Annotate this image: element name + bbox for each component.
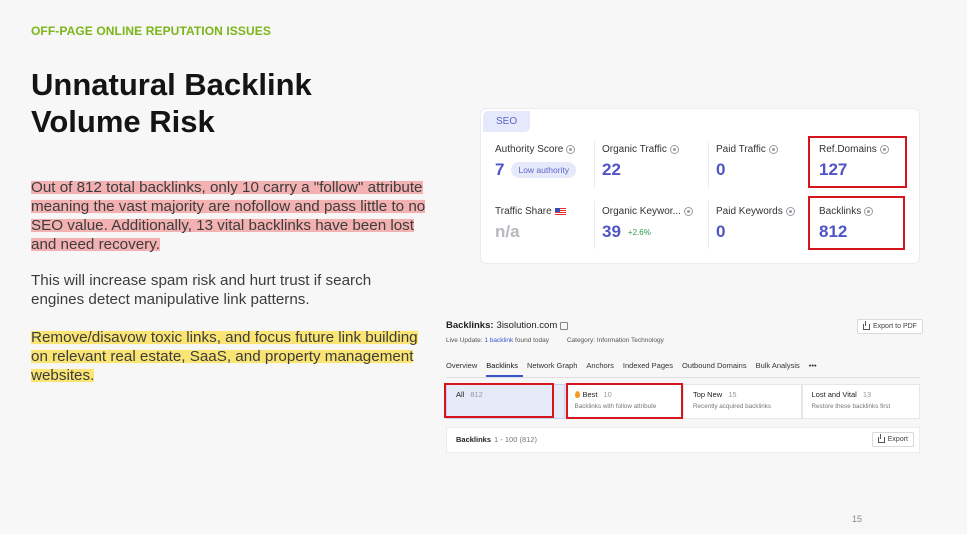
filter-label: Lost and Vital — [811, 390, 857, 399]
category-label: Category: Information Technology — [566, 337, 664, 344]
metric-paid-traffic[interactable]: Paid Traffic 0 — [716, 144, 778, 180]
metric-traffic-share[interactable]: Traffic Share n/a — [495, 206, 566, 242]
upload-icon — [877, 433, 885, 443]
table-range: 1 - 100 (812) — [494, 435, 537, 444]
external-link-icon[interactable] — [560, 321, 569, 330]
live-update-prefix: Live Update: — [446, 337, 483, 344]
live-update-suffix: found today — [515, 337, 550, 344]
metric-authority-score[interactable]: Authority Score 7 Low authority — [495, 144, 577, 180]
info-icon[interactable] — [768, 145, 778, 154]
highlight-box-ref-domains — [808, 136, 907, 188]
tab-network-graph[interactable]: Network Graph — [527, 357, 582, 377]
tab-bulk-analysis[interactable]: Bulk Analysis — [756, 357, 805, 377]
divider — [708, 201, 709, 249]
live-update-line: Live Update: 1 backlink found today Cate… — [446, 337, 664, 344]
filter-count: 13 — [862, 390, 872, 399]
metric-value: n/a — [495, 222, 520, 241]
metric-value: 22 — [602, 160, 621, 179]
metric-value: 0 — [716, 160, 726, 179]
highlight-box-best — [566, 383, 683, 419]
tab-outbound-domains[interactable]: Outbound Domains — [682, 357, 752, 377]
export-pdf-button[interactable]: Export to PDF — [857, 319, 923, 334]
metric-label: Authority Score — [495, 144, 564, 155]
metric-label: Organic Keywor... — [602, 206, 681, 217]
divider — [708, 141, 709, 189]
highlighted-findings-text: Out of 812 total backlinks, only 10 carr… — [31, 179, 426, 253]
authority-badge: Low authority — [511, 162, 577, 178]
tab-indexed-pages[interactable]: Indexed Pages — [623, 357, 678, 377]
slide-title: Unnatural Backlink Volume Risk — [31, 67, 312, 139]
paragraph-findings: Out of 812 total backlinks, only 10 carr… — [31, 178, 426, 254]
metric-value: 39 — [602, 222, 621, 241]
metric-value: 0 — [716, 222, 726, 241]
filter-label: Top New — [693, 390, 723, 399]
filter-description: Restore these backlinks first — [811, 403, 891, 410]
info-icon[interactable] — [683, 207, 693, 216]
backlinks-table-header: Backlinks 1 - 100 (812) Export — [446, 427, 920, 453]
export-pdf-label: Export to PDF — [873, 323, 917, 330]
tab-backlinks[interactable]: Backlinks — [486, 357, 523, 377]
live-update-link[interactable]: 1 backlink — [484, 337, 513, 344]
metric-organic-traffic[interactable]: Organic Traffic 22 — [602, 144, 679, 180]
filter-top-new[interactable]: Top New 15 Recently acquired backlinks — [683, 384, 802, 419]
filter-count: 15 — [728, 390, 737, 399]
metric-label: Paid Keywords — [716, 206, 783, 217]
info-icon[interactable] — [785, 207, 795, 216]
tab-anchors[interactable]: Anchors — [586, 357, 619, 377]
info-icon[interactable] — [669, 145, 679, 154]
export-button[interactable]: Export — [871, 432, 914, 447]
paragraph-recommendation: Remove/disavow toxic links, and focus fu… — [31, 328, 426, 385]
slide-eyebrow: OFF-PAGE ONLINE REPUTATION ISSUES — [31, 24, 271, 38]
table-title: Backlinks — [456, 435, 492, 444]
backlinks-tabs: Overview Backlinks Network Graph Anchors… — [446, 357, 920, 378]
backlinks-title: Backlinks: 3isolution.com — [446, 320, 569, 331]
export-label: Export — [887, 436, 908, 443]
info-icon[interactable] — [566, 145, 576, 154]
seo-tag: SEO — [483, 111, 531, 132]
metric-label: Traffic Share — [495, 206, 552, 217]
paragraph-risk: This will increase spam risk and hurt tr… — [31, 272, 372, 308]
metric-label: Organic Traffic — [602, 144, 667, 155]
tab-more[interactable]: ••• — [809, 357, 822, 377]
divider — [594, 201, 595, 249]
domain-name[interactable]: 3isolution.com — [497, 320, 558, 331]
filter-description: Recently acquired backlinks — [693, 403, 772, 410]
highlight-box-all — [444, 383, 554, 418]
highlighted-recommendation-text: Remove/disavow toxic links, and focus fu… — [31, 329, 418, 384]
metric-value: 7 — [495, 160, 505, 179]
filter-lost-and-vital[interactable]: Lost and Vital 13 Restore these backlinks… — [801, 384, 920, 419]
backlinks-title-prefix: Backlinks: — [446, 320, 494, 331]
metric-label: Paid Traffic — [716, 144, 766, 155]
upload-icon — [863, 320, 870, 330]
us-flag-icon — [554, 208, 566, 215]
highlight-box-backlinks — [808, 196, 905, 250]
divider — [594, 141, 595, 189]
metric-paid-keywords[interactable]: Paid Keywords 0 — [716, 206, 795, 242]
page-number: 15 — [852, 514, 863, 524]
metric-organic-keywords[interactable]: Organic Keywor... 39 +2.6% — [602, 206, 693, 242]
tab-overview[interactable]: Overview — [446, 357, 482, 377]
growth-indicator: +2.6% — [627, 227, 651, 237]
